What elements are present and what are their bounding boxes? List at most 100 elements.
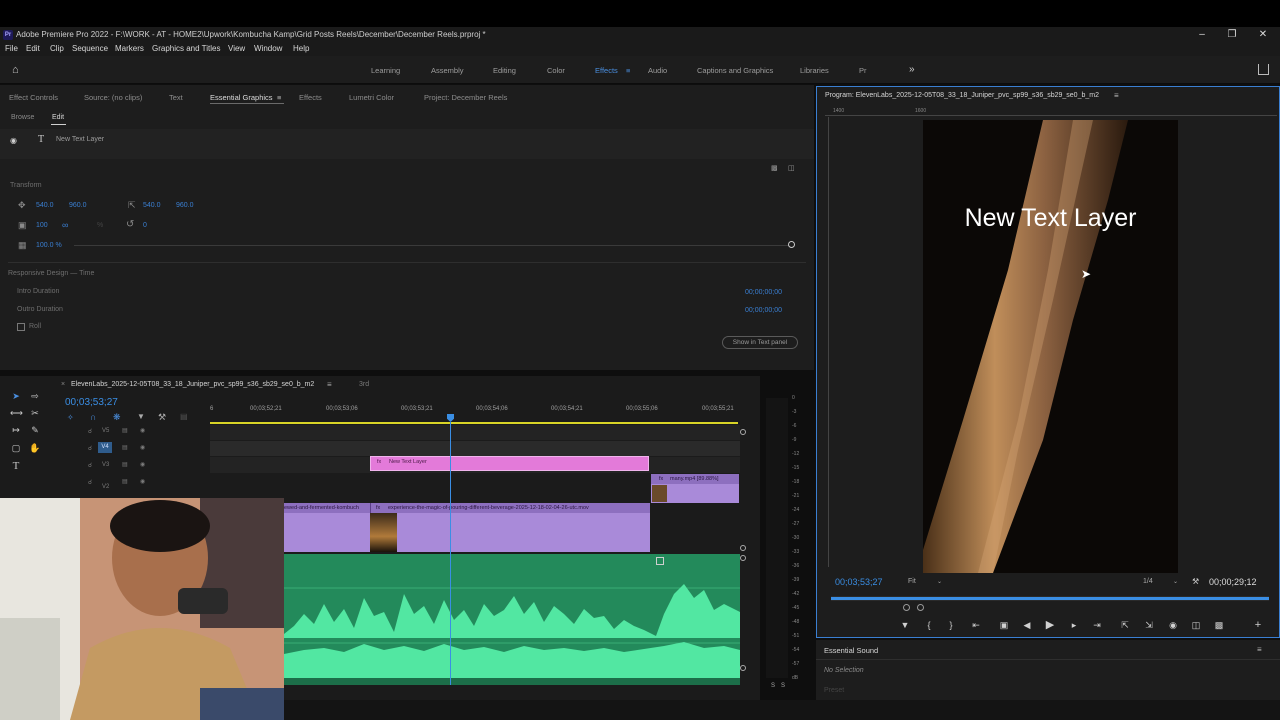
layer-name[interactable]: New Text Layer: [56, 136, 104, 143]
add-marker-icon[interactable]: ▼: [899, 619, 911, 631]
ws-effects[interactable]: Effects: [595, 66, 618, 75]
track-v3-label[interactable]: V3: [102, 462, 109, 468]
step-forward-icon[interactable]: ▸: [1068, 619, 1080, 631]
visibility-eye-icon[interactable]: ◉: [10, 136, 17, 145]
roll-checkbox[interactable]: [17, 323, 25, 331]
timeline-timecode[interactable]: 00;03;53;27: [65, 397, 118, 408]
snap-magnet-icon[interactable]: ∩: [90, 412, 96, 422]
settings-wrench-icon[interactable]: ⚒: [1192, 577, 1199, 586]
timeline-scroll-handle-icon[interactable]: [740, 555, 746, 561]
menu-clip[interactable]: Clip: [50, 44, 64, 53]
selection-tool-icon[interactable]: ➤: [10, 390, 22, 402]
link-scale-icon[interactable]: ∞: [62, 220, 68, 230]
audio-clip-a1[interactable]: [284, 554, 740, 685]
new-group-icon[interactable]: ▩: [771, 164, 778, 172]
scrub-handle-icon[interactable]: [917, 604, 924, 611]
menu-graphics-and-titles[interactable]: Graphics and Titles: [152, 44, 220, 53]
solo-button[interactable]: S: [771, 683, 775, 689]
program-timecode[interactable]: 00;03;53;27: [835, 577, 883, 587]
lock-icon[interactable]: ☌: [88, 479, 92, 486]
tab-effects[interactable]: Effects: [299, 93, 322, 102]
subtab-edit[interactable]: Edit: [52, 114, 64, 121]
close-icon[interactable]: ✕: [1249, 28, 1277, 42]
menu-edit[interactable]: Edit: [26, 44, 40, 53]
show-in-text-panel-button[interactable]: Show in Text panel: [722, 336, 798, 349]
tab-source[interactable]: Source: (no clips): [84, 93, 142, 102]
sync-lock-icon[interactable]: ▤: [122, 444, 128, 451]
safe-margins-icon[interactable]: ▣: [998, 619, 1010, 631]
subtab-browse[interactable]: Browse: [11, 114, 34, 121]
extract-icon[interactable]: ⇲: [1143, 619, 1155, 631]
step-back-icon[interactable]: ◀: [1021, 619, 1033, 631]
ws-assembly[interactable]: Assembly: [431, 66, 464, 75]
clip-many-mp4[interactable]: fx many.mp4 [89.88%]: [651, 474, 739, 503]
opacity-value[interactable]: 100.0 %: [36, 242, 62, 249]
layer-row[interactable]: ◉ T New Text Layer: [0, 129, 814, 159]
go-to-in-icon[interactable]: ⇤: [970, 619, 982, 631]
scale-value[interactable]: 100: [36, 222, 48, 229]
lift-icon[interactable]: ⇱: [1119, 619, 1131, 631]
fit-chevron-down-icon[interactable]: ⌄: [937, 578, 942, 585]
lock-icon[interactable]: ☌: [88, 428, 92, 435]
tab-lumetri-color[interactable]: Lumetri Color: [349, 93, 394, 102]
intro-duration-value[interactable]: 00;00;00;00: [745, 289, 782, 296]
ripple-edit-tool-icon[interactable]: ⟷: [10, 407, 23, 419]
ws-libraries[interactable]: Libraries: [800, 66, 829, 75]
insert-nest-icon[interactable]: ✧: [67, 413, 74, 422]
outro-duration-value[interactable]: 00;00;00;00: [745, 307, 782, 314]
eye-icon[interactable]: ◉: [140, 444, 145, 451]
tab-essential-graphics[interactable]: Essential Graphics: [210, 93, 273, 102]
eye-icon[interactable]: ◉: [140, 461, 145, 468]
sync-lock-icon[interactable]: ▤: [122, 427, 128, 434]
tab-effect-controls[interactable]: Effect Controls: [9, 93, 58, 102]
program-scrub-bar[interactable]: [831, 596, 1269, 601]
timeline-scroll-handle-icon[interactable]: [740, 665, 746, 671]
anchor-y[interactable]: 960.0: [176, 202, 194, 209]
opacity-slider-handle[interactable]: [788, 241, 795, 248]
button-editor-add-icon[interactable]: +: [1252, 619, 1264, 631]
go-to-out-icon[interactable]: ⇥: [1091, 619, 1103, 631]
track-v2-label[interactable]: V2: [102, 484, 109, 490]
ws-effects-menu-icon[interactable]: ≡: [626, 66, 630, 75]
eye-icon[interactable]: ◉: [140, 478, 145, 485]
menu-help[interactable]: Help: [293, 44, 309, 53]
resolution-chevron-down-icon[interactable]: ⌄: [1173, 578, 1178, 585]
play-icon[interactable]: ▶: [1044, 619, 1056, 631]
menu-file[interactable]: File: [5, 44, 18, 53]
export-frame-camera-icon[interactable]: ◉: [1167, 619, 1179, 631]
menu-sequence[interactable]: Sequence: [72, 44, 108, 53]
rotation-value[interactable]: 0: [143, 222, 147, 229]
sync-lock-icon[interactable]: ▤: [122, 478, 128, 485]
solo-button[interactable]: S: [781, 683, 785, 689]
menu-window[interactable]: Window: [254, 44, 282, 53]
menu-view[interactable]: View: [228, 44, 245, 53]
linked-selection-icon[interactable]: ❋: [113, 412, 121, 423]
tab-menu-icon[interactable]: ≡: [277, 93, 281, 102]
clip-video-v1[interactable]: ewed-and-fermented-kombuch fx experience…: [284, 503, 650, 552]
type-tool-icon[interactable]: T: [10, 460, 22, 472]
razor-tool-icon[interactable]: ✂: [29, 407, 41, 419]
program-monitor-title[interactable]: Program: ElevenLabs_2025-12-05T08_33_18_…: [825, 92, 1099, 99]
tab-project[interactable]: Project: December Reels: [424, 93, 507, 102]
track-v4-label[interactable]: V4: [98, 442, 112, 453]
fit-dropdown[interactable]: Fit: [908, 578, 916, 585]
playhead-line[interactable]: [450, 422, 451, 685]
scrub-handle-icon[interactable]: [903, 604, 910, 611]
ws-color[interactable]: Color: [547, 66, 565, 75]
slip-tool-icon[interactable]: ↦: [10, 424, 22, 436]
eye-icon[interactable]: ◉: [140, 427, 145, 434]
more-workspaces-icon[interactable]: »: [909, 64, 915, 75]
clip-new-text-layer[interactable]: fx New Text Layer: [370, 456, 649, 471]
rectangle-tool-icon[interactable]: ▢: [10, 442, 22, 454]
timeline-scroll-handle-icon[interactable]: [740, 545, 746, 551]
lock-icon[interactable]: ☌: [88, 462, 92, 469]
opacity-slider-track[interactable]: [74, 245, 790, 246]
ws-learning[interactable]: Learning: [371, 66, 400, 75]
sequence-tab-menu-icon[interactable]: ≡: [327, 380, 332, 389]
captions-icon[interactable]: ▤: [180, 412, 188, 421]
position-y[interactable]: 960.0: [69, 202, 87, 209]
new-layer-icon[interactable]: ◫: [788, 164, 795, 172]
sequence-tab-3rd[interactable]: 3rd: [359, 381, 369, 388]
menu-markers[interactable]: Markers: [115, 44, 144, 53]
work-area-bar[interactable]: [210, 422, 738, 424]
